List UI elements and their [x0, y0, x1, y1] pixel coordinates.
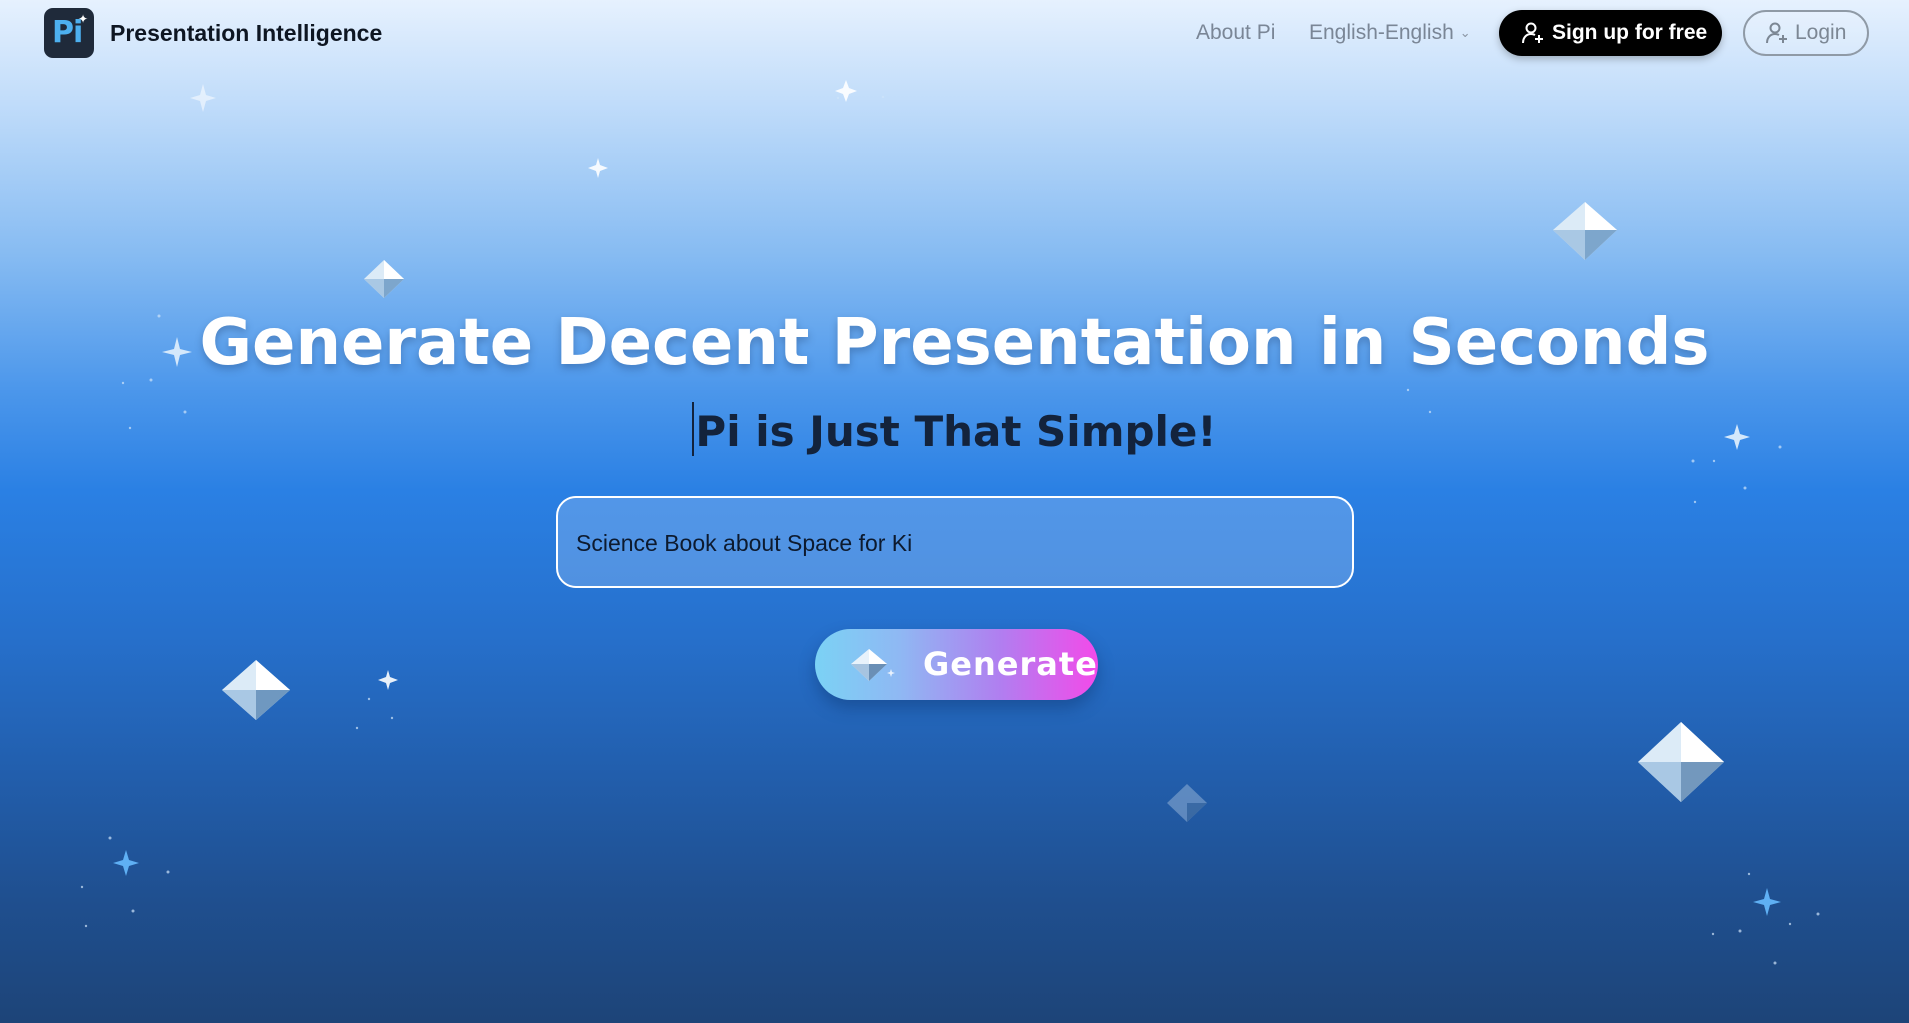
diamond-icon	[851, 649, 895, 681]
sign-up-button[interactable]: Sign up for free	[1499, 10, 1722, 56]
sparkle-icon	[1753, 888, 1781, 916]
generate-button[interactable]: Generate	[815, 629, 1098, 700]
hero-subtitle-text: Pi is Just That Simple!	[695, 407, 1217, 456]
topic-input-box[interactable]	[556, 496, 1354, 588]
gem-icon	[1553, 202, 1617, 260]
gem-icon	[222, 660, 290, 720]
hero-subtitle: Pi is Just That Simple!	[0, 402, 1909, 456]
pi-logo-icon[interactable]: Pi ✦	[44, 8, 94, 58]
language-label: English-English	[1309, 21, 1454, 44]
gem-icon	[1638, 722, 1724, 802]
sparkle-icon	[378, 670, 398, 690]
topic-input[interactable]	[574, 522, 1338, 564]
sparkle-icon	[113, 850, 139, 876]
sign-up-label: Sign up for free	[1552, 21, 1708, 44]
gem-icon	[1167, 784, 1207, 822]
sparkle-icon	[588, 158, 608, 178]
about-link[interactable]: About Pi	[1196, 21, 1275, 45]
chevron-down-icon: ⌄	[1459, 25, 1471, 41]
brand-name[interactable]: Presentation Intelligence	[110, 20, 382, 47]
gem-icon	[364, 260, 404, 298]
generate-label: Generate	[923, 645, 1098, 683]
login-button[interactable]: Login	[1743, 10, 1869, 56]
language-selector[interactable]: English-English ⌄	[1309, 21, 1471, 45]
sparkle-icon: ✦	[77, 12, 88, 26]
user-plus-icon	[1766, 22, 1787, 44]
login-label: Login	[1795, 21, 1847, 44]
user-plus-icon	[1522, 22, 1543, 44]
sparkle-icon	[190, 84, 216, 112]
top-navigation: Pi ✦ Presentation Intelligence About Pi …	[0, 0, 1909, 68]
hero-title: Generate Decent Presentation in Seconds	[199, 306, 1710, 380]
